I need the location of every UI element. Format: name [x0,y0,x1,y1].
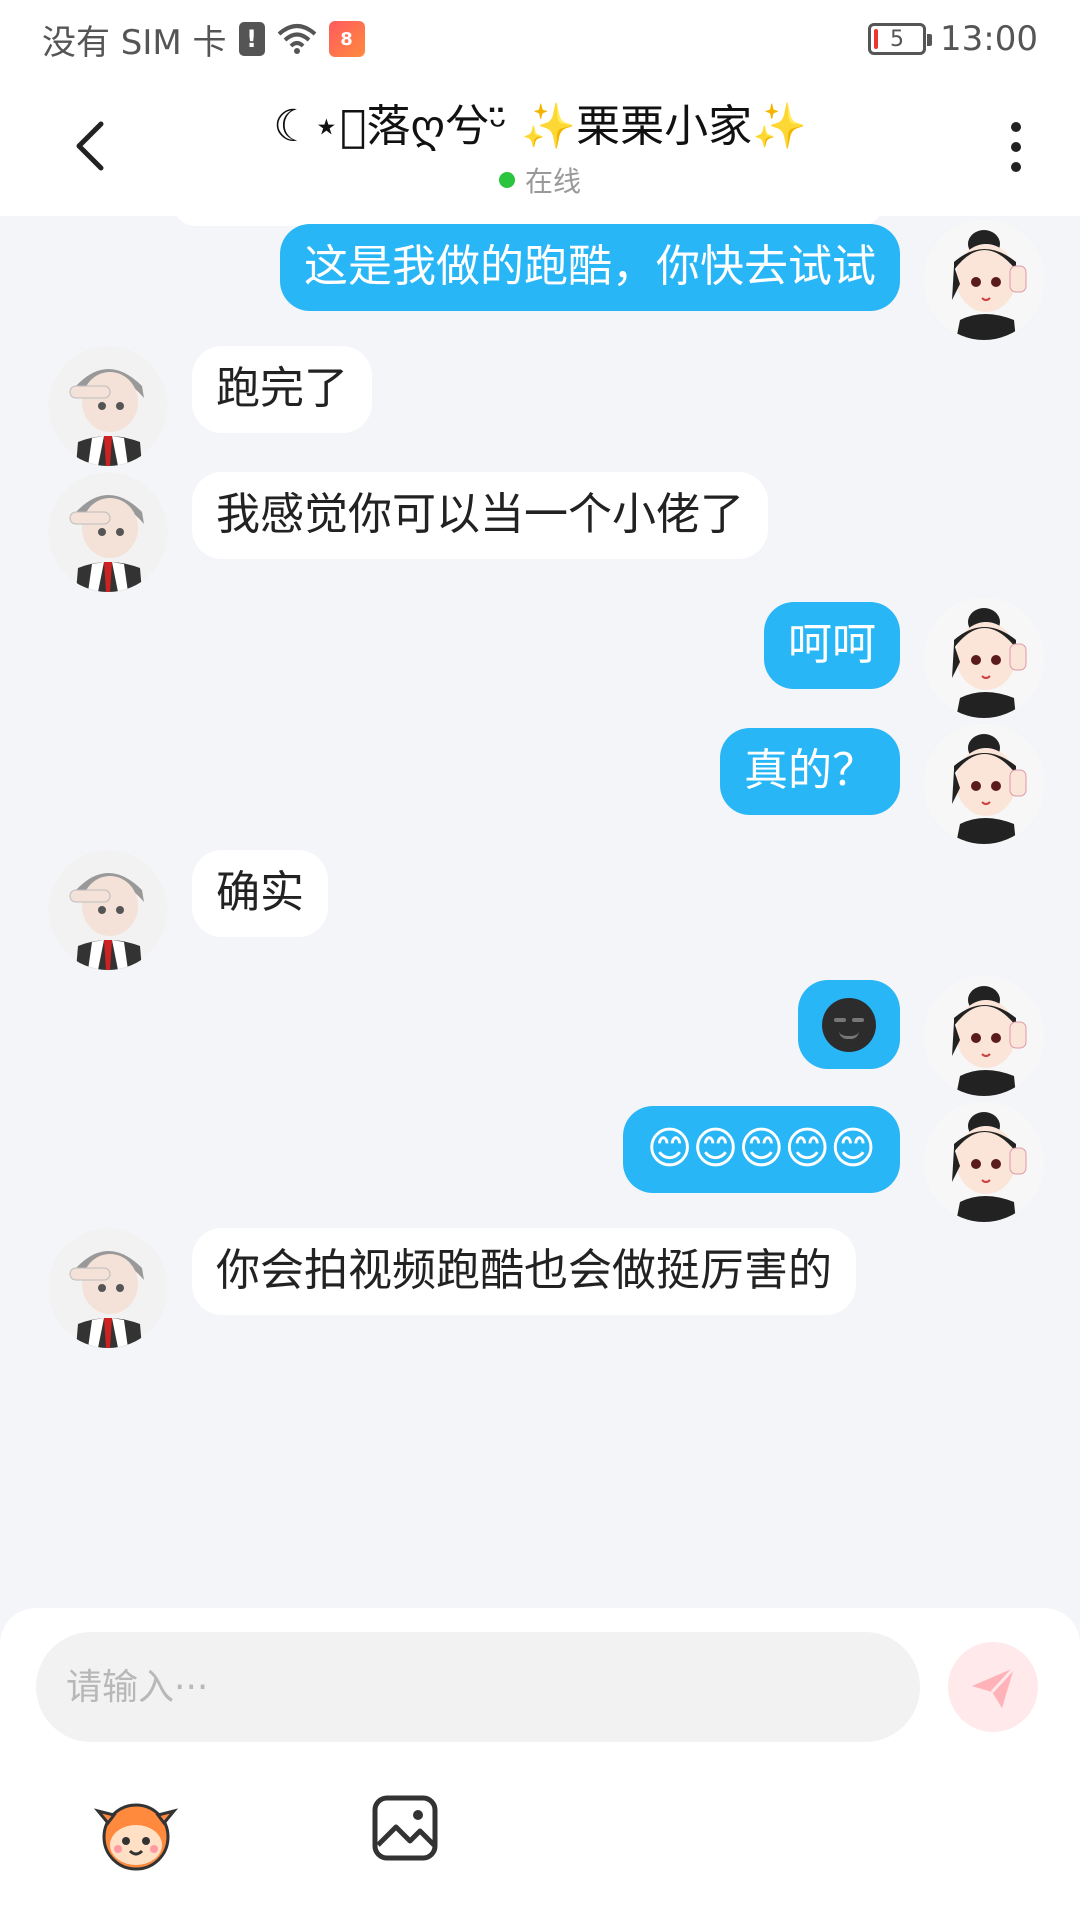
incoming-message[interactable]: 跑完了 [48,346,372,466]
back-arrow-icon [76,121,104,171]
more-vertical-icon [1011,122,1021,132]
send-button[interactable] [948,1642,1038,1732]
status-right: 5 13:00 [868,19,1038,59]
contact-avatar[interactable] [48,850,168,970]
online-status-text: 在线 [524,165,581,198]
app-notification-icon: 8 [328,21,365,57]
my-avatar[interactable] [924,1102,1044,1222]
image-gallery-icon [372,1795,438,1861]
message-bubble[interactable]: 这是我做的跑酷，你快去试试 [280,224,900,311]
input-panel [0,1608,1080,1920]
wifi-icon [277,22,317,56]
message-bubble[interactable]: 真的？ [720,728,900,815]
outgoing-message[interactable]: 这是我做的跑酷，你快去试试 [280,220,1044,340]
image-picker-button[interactable] [370,1793,440,1863]
outgoing-message[interactable]: 呵呵 [764,598,1044,718]
message-bubble[interactable]: 确实 [192,850,328,937]
my-avatar[interactable] [924,220,1044,340]
battery-level-fill [874,29,879,49]
sticker-mascot-icon [93,1803,179,1871]
battery-icon: 5 [868,23,933,55]
my-avatar[interactable] [924,724,1044,844]
chat-title: ☾⋆⃢落ღ兮ᵕ̈ ✨栗栗小家✨ [273,101,807,152]
online-status: 在线 [180,160,900,200]
back-button[interactable] [60,116,120,176]
my-avatar[interactable] [924,598,1044,718]
message-bubble[interactable]: 我感觉你可以当一个小佬了 [192,472,768,559]
status-bar: 没有 SIM 卡 ! 8 5 13:00 [0,0,1080,78]
my-avatar[interactable] [924,976,1044,1096]
incoming-message[interactable]: 确实 [48,850,328,970]
carrier-text: 没有 SIM 卡 [42,22,227,63]
clock: 13:00 [940,19,1038,59]
message-list[interactable]: 这是我做的跑酷，你快去试试跑完了我感觉你可以当一个小佬了呵呵真的？ 确实 😊😊😊😊😊… [0,216,1080,1610]
send-plane-icon [972,1666,1016,1708]
message-bubble[interactable]: 呵呵 [764,602,900,689]
outgoing-message[interactable]: 😊😊😊😊😊 [622,1102,1044,1222]
contact-avatar[interactable] [48,346,168,466]
outgoing-message[interactable] [798,976,1044,1096]
online-dot-icon [498,172,515,188]
title-block: ☾⋆⃢落ღ兮ᵕ̈ ✨栗栗小家✨ 在线 [180,90,900,200]
chat-header: ☾⋆⃢落ღ兮ᵕ̈ ✨栗栗小家✨ 在线 [0,78,1080,216]
smirk-emoji-icon [822,998,876,1052]
incoming-message[interactable]: 我感觉你可以当一个小佬了 [48,472,768,592]
message-input[interactable] [36,1632,920,1742]
contact-avatar[interactable] [48,1228,168,1348]
message-bubble[interactable]: 跑完了 [192,346,372,433]
sim-alert-icon: ! [238,22,265,56]
outgoing-message[interactable]: 真的？ [720,724,1044,844]
sticker-button[interactable] [92,1793,180,1873]
more-options-button[interactable] [992,112,1040,182]
message-bubble[interactable]: 你会拍视频跑酷也会做挺厉害的 [192,1228,856,1315]
contact-avatar[interactable] [48,472,168,592]
incoming-message[interactable]: 你会拍视频跑酷也会做挺厉害的 [48,1228,856,1348]
message-bubble[interactable]: 😊😊😊😊😊 [622,1106,900,1193]
battery-level-text: 5 [890,26,905,52]
status-left: 没有 SIM 卡 ! 8 [42,15,365,64]
message-bubble[interactable] [798,980,900,1069]
